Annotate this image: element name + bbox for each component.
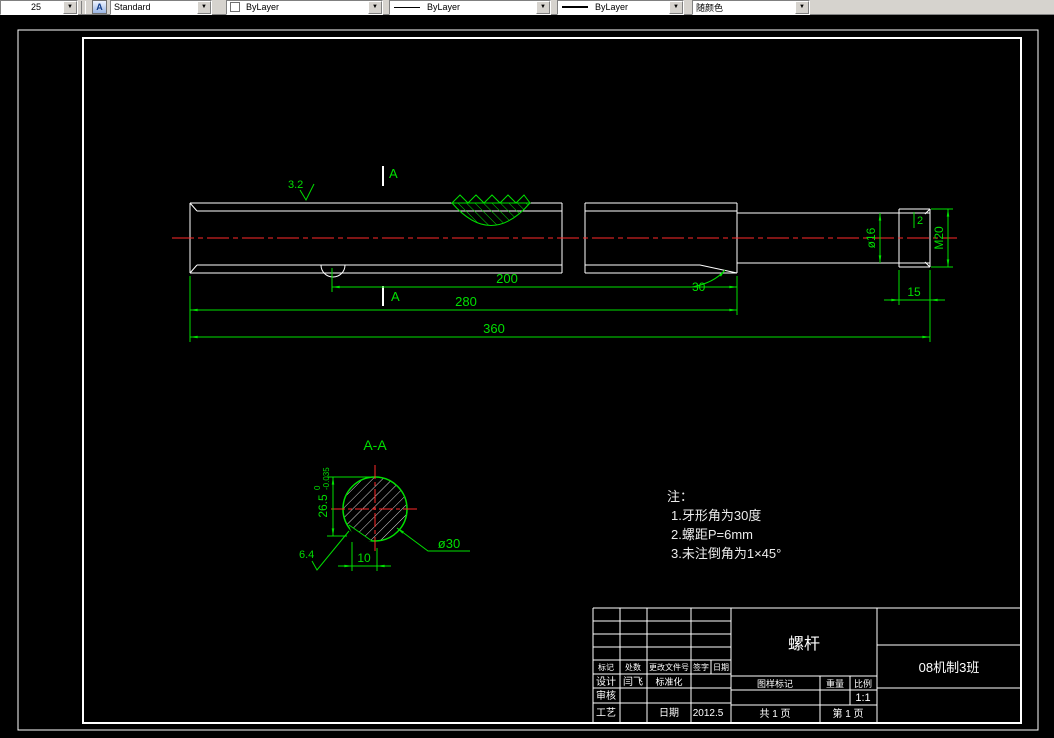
tb-header-date: 日期	[713, 663, 729, 672]
title-block: 标记 处数 更改文件号 签字 日期 设计 闫飞 标准化 审核 工艺 日期 201…	[592, 607, 1021, 723]
color-swatch-icon	[230, 2, 240, 12]
text-style-combo-value: Standard	[114, 2, 151, 12]
color-combo-value: ByLayer	[246, 2, 280, 12]
main-view: A A 3.2 200 280 360 15 ø16 M20 2 30	[172, 166, 957, 342]
lineweight-sample-icon	[562, 6, 588, 8]
section-view: A-A 26.5 0 -0.035 10 ø30 6.4	[299, 437, 470, 571]
section-centerlines	[331, 465, 419, 553]
linetype-combo-value: ByLayer	[427, 2, 461, 12]
extension-lines	[189, 208, 953, 342]
lineweight-combo-value: ByLayer	[595, 2, 629, 12]
dim-360-label: 360	[483, 321, 505, 336]
tb-header-mark: 标记	[598, 662, 614, 672]
properties-toolbar: 25 ▼ A Standard ▼ ByLayer ▼ ByLayer ▼ By…	[0, 0, 1054, 15]
tb-check-label: 审核	[596, 689, 616, 702]
tb-standardize-label: 标准化	[655, 676, 682, 687]
dim-d30-label: ø30	[438, 536, 460, 551]
notes-header: 注：	[667, 489, 693, 504]
layer-combo-value: 25	[31, 2, 42, 12]
dim-angle-label: 30	[692, 280, 706, 294]
color-combo[interactable]: ByLayer ▼	[226, 0, 383, 15]
tb-mark-label: 图样标记	[757, 678, 793, 689]
dim-m20-label: M20	[932, 226, 946, 250]
lineweight-combo[interactable]: ByLayer ▼	[557, 0, 684, 15]
tb-class-name: 08机制3班	[919, 660, 980, 675]
dim-265-label-group: 26.5 0 -0.035	[313, 467, 331, 518]
dim-chamfer-label: 2	[917, 215, 923, 227]
notes-block: 注： 1.牙形角为30度 2.螺距P=6mm 3.未注倒角为1×45°	[667, 489, 781, 561]
keyway-arc	[320, 264, 346, 278]
dim-d16-label: ø16	[864, 227, 878, 248]
dim-265-tol-upper: 0	[313, 485, 322, 490]
plot-style-combo-value: 随颜色	[696, 2, 724, 13]
toolbar-separator	[81, 0, 86, 14]
tb-scale-value: 1:1	[855, 692, 870, 704]
tb-scale-label: 比例	[854, 678, 872, 689]
tb-design-name: 闫飞	[623, 675, 643, 688]
note-line-3: 3.未注倒角为1×45°	[671, 546, 781, 561]
drawing-area[interactable]: A A 3.2 200 280 360 15 ø16 M20 2 30 A-A …	[0, 0, 1054, 738]
section-mark-bottom-label: A	[391, 289, 400, 304]
dim-10-label: 10	[357, 551, 371, 565]
dim-265-label: 26.5	[316, 494, 330, 518]
linetype-combo[interactable]: ByLayer ▼	[389, 0, 551, 15]
layer-combo[interactable]: 25 ▼	[0, 0, 78, 15]
dim-15-label: 15	[907, 285, 921, 299]
chevron-down-icon[interactable]: ▼	[197, 0, 211, 14]
section-view-title: A-A	[363, 437, 387, 453]
section-mark-top-label: A	[389, 166, 398, 181]
tb-part-name: 螺杆	[788, 635, 820, 653]
tb-page-number: 第 1 页	[832, 707, 863, 720]
tb-header-docno: 更改文件号	[649, 662, 689, 672]
chevron-down-icon[interactable]: ▼	[63, 0, 77, 14]
tb-header-count: 处数	[625, 662, 641, 672]
plot-style-combo[interactable]: 随颜色 ▼	[692, 0, 810, 15]
sheet-frame	[17, 29, 1039, 731]
dim-280-label: 280	[455, 294, 477, 309]
roughness-symbol-64	[311, 530, 350, 571]
tb-date-label: 日期	[659, 707, 679, 719]
tb-header-sign: 签字	[693, 662, 709, 672]
tb-total-pages: 共 1 页	[759, 708, 790, 720]
note-line-2: 2.螺距P=6mm	[671, 527, 753, 542]
dim-200-label: 200	[496, 271, 518, 286]
note-line-1: 1.牙形角为30度	[671, 508, 761, 523]
thread-crest-zigzag	[451, 194, 531, 204]
roughness-64-value: 6.4	[299, 549, 314, 561]
tb-date-value: 2012.5	[693, 708, 724, 719]
chevron-down-icon[interactable]: ▼	[795, 0, 809, 14]
chevron-down-icon[interactable]: ▼	[536, 0, 550, 14]
tb-process-label: 工艺	[596, 707, 616, 719]
thread-section-hatch	[450, 202, 532, 226]
text-style-icon[interactable]: A	[92, 0, 107, 14]
tb-design-label: 设计	[596, 675, 616, 688]
text-style-combo[interactable]: Standard ▼	[110, 0, 212, 15]
chevron-down-icon[interactable]: ▼	[669, 0, 683, 14]
chevron-down-icon[interactable]: ▼	[368, 0, 382, 14]
tb-weight-label: 重量	[826, 678, 844, 689]
linetype-sample-icon	[394, 6, 420, 8]
application-window: 25 ▼ A Standard ▼ ByLayer ▼ ByLayer ▼ By…	[0, 0, 1054, 738]
dim-265-tol-lower: -0.035	[322, 467, 331, 490]
roughness-value: 3.2	[288, 179, 303, 191]
